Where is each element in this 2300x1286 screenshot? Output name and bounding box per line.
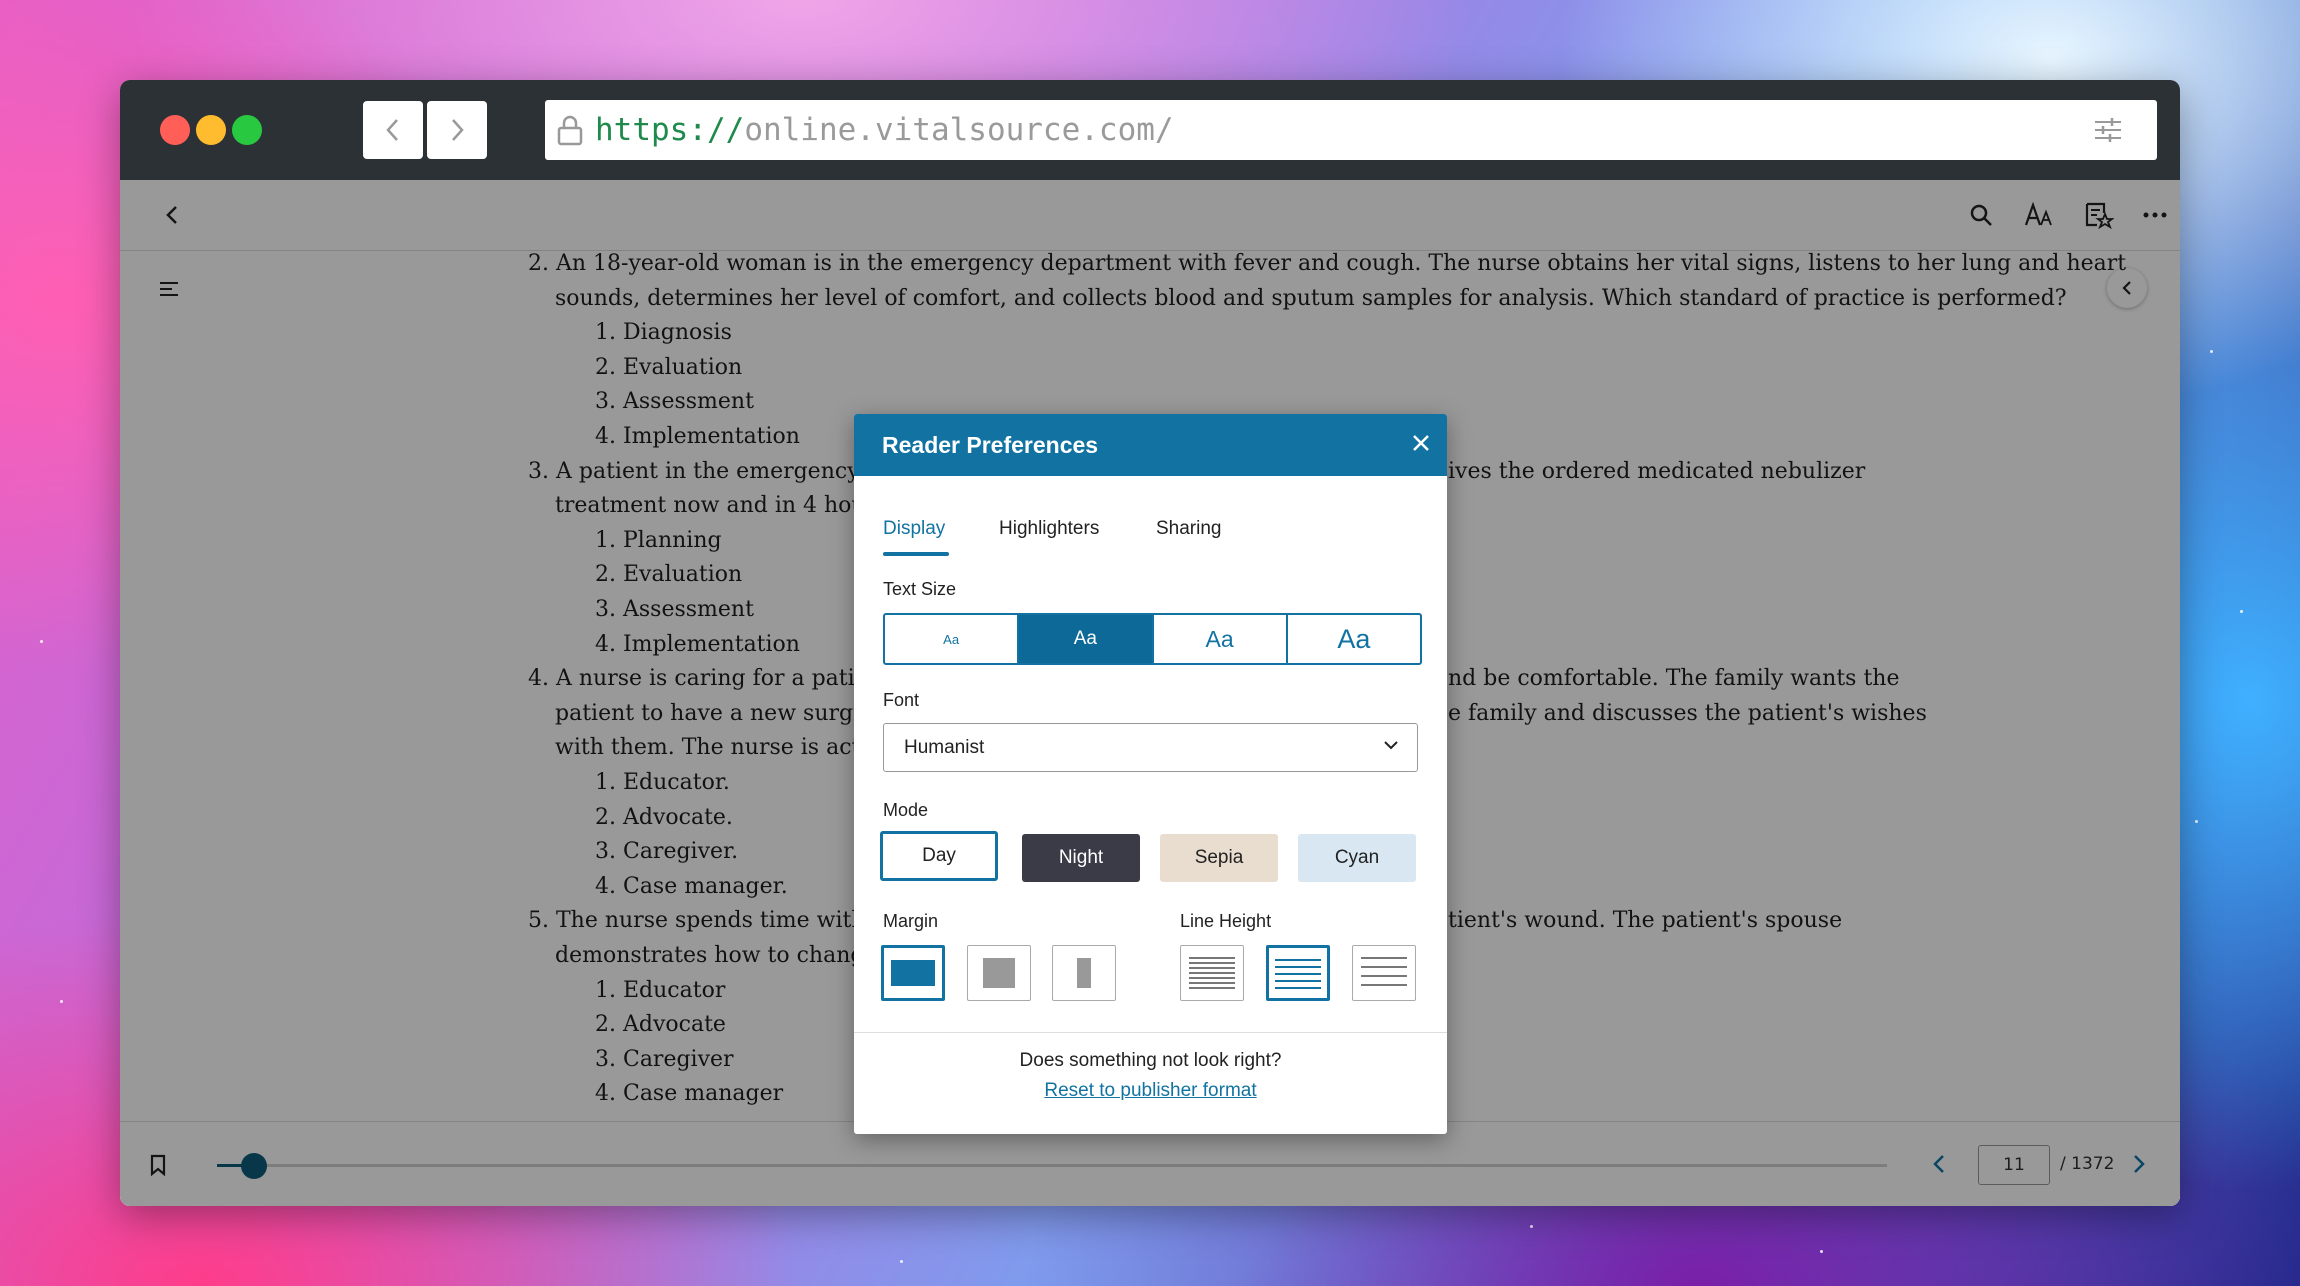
- background-star: [2240, 610, 2243, 613]
- close-icon: [1413, 435, 1429, 451]
- tab-highlighters[interactable]: Highlighters: [999, 518, 1099, 540]
- background-star: [1530, 1225, 1533, 1228]
- mode-label: Mode: [883, 800, 929, 820]
- mode-night-button[interactable]: Night: [1022, 834, 1140, 882]
- browser-forward-button[interactable]: [427, 101, 487, 159]
- chevron-down-icon: [1384, 741, 1398, 750]
- url-protocol: https://: [595, 112, 745, 148]
- browser-titlebar: https://online.vitalsource.com/: [120, 80, 2180, 180]
- margin-wide-option[interactable]: [1052, 945, 1116, 1001]
- dialog-header: Reader Preferences: [854, 414, 1447, 476]
- chevron-right-icon: [452, 119, 464, 141]
- line-height-loose-option[interactable]: [1352, 945, 1416, 1001]
- line-height-medium-option[interactable]: [1266, 945, 1330, 1001]
- background-star: [1820, 1250, 1823, 1253]
- browser-back-button[interactable]: [363, 101, 423, 159]
- url-host: online.vitalsource.com/: [744, 112, 1174, 148]
- mode-day-button[interactable]: Day: [880, 831, 998, 881]
- text-size-selector: Aa Aa Aa Aa: [883, 613, 1422, 665]
- line-height-label: Line Height: [1180, 911, 1272, 931]
- mode-cyan-button[interactable]: Cyan: [1298, 834, 1416, 882]
- lock-icon: [557, 115, 583, 146]
- text-size-small[interactable]: Aa: [1019, 615, 1154, 663]
- background-star: [60, 1000, 63, 1003]
- margin-medium-option[interactable]: [967, 945, 1031, 1001]
- text-size-medium[interactable]: Aa: [1154, 615, 1288, 663]
- reader-preferences-dialog: Reader Preferences Display Highlighters …: [854, 414, 1447, 1134]
- line-height-loose-icon: [1361, 957, 1407, 986]
- browser-window: https://online.vitalsource.com/ 2. An 18…: [120, 80, 2180, 1206]
- close-dialog-button[interactable]: [1407, 429, 1435, 457]
- address-bar[interactable]: https://online.vitalsource.com/: [545, 100, 2157, 160]
- sliders-icon: [2095, 118, 2121, 142]
- browser-settings-button[interactable]: [2078, 101, 2138, 159]
- line-height-tight-icon: [1189, 957, 1235, 989]
- tab-display[interactable]: Display: [883, 518, 945, 540]
- line-height-tight-option[interactable]: [1180, 945, 1244, 1001]
- minimize-window-dot[interactable]: [196, 115, 226, 145]
- url-text: https://online.vitalsource.com/: [595, 112, 1174, 148]
- margin-narrow-swatch: [891, 960, 935, 986]
- margin-wide-swatch: [1077, 958, 1091, 988]
- maximize-window-dot[interactable]: [232, 115, 262, 145]
- font-select[interactable]: Humanist: [883, 723, 1418, 772]
- font-select-value: Humanist: [904, 736, 985, 758]
- reset-publisher-format-link[interactable]: Reset to publisher format: [854, 1080, 1447, 1102]
- line-height-medium-icon: [1275, 959, 1321, 989]
- background-star: [40, 640, 43, 643]
- footer-question: Does something not look right?: [1019, 1050, 1282, 1071]
- text-size-large[interactable]: Aa: [1288, 615, 1420, 663]
- font-label: Font: [883, 690, 920, 710]
- margin-label: Margin: [883, 911, 939, 931]
- margin-narrow-option[interactable]: [881, 945, 945, 1001]
- text-size-label: Text Size: [883, 579, 957, 599]
- dialog-footer-divider: [854, 1032, 1447, 1033]
- reader-app: 2. An 18-year-old woman is in the emerge…: [120, 180, 2180, 1206]
- close-window-dot[interactable]: [160, 115, 190, 145]
- dialog-title: Reader Preferences: [882, 432, 1099, 458]
- chevron-left-icon: [386, 119, 398, 141]
- background-star: [2195, 820, 2198, 823]
- margin-medium-swatch: [983, 958, 1015, 988]
- background-star: [2210, 350, 2213, 353]
- active-tab-indicator: [883, 552, 949, 556]
- mode-sepia-button[interactable]: Sepia: [1160, 834, 1278, 882]
- text-size-smallest[interactable]: Aa: [885, 615, 1020, 663]
- background-star: [900, 1260, 903, 1263]
- tab-sharing[interactable]: Sharing: [1156, 518, 1222, 540]
